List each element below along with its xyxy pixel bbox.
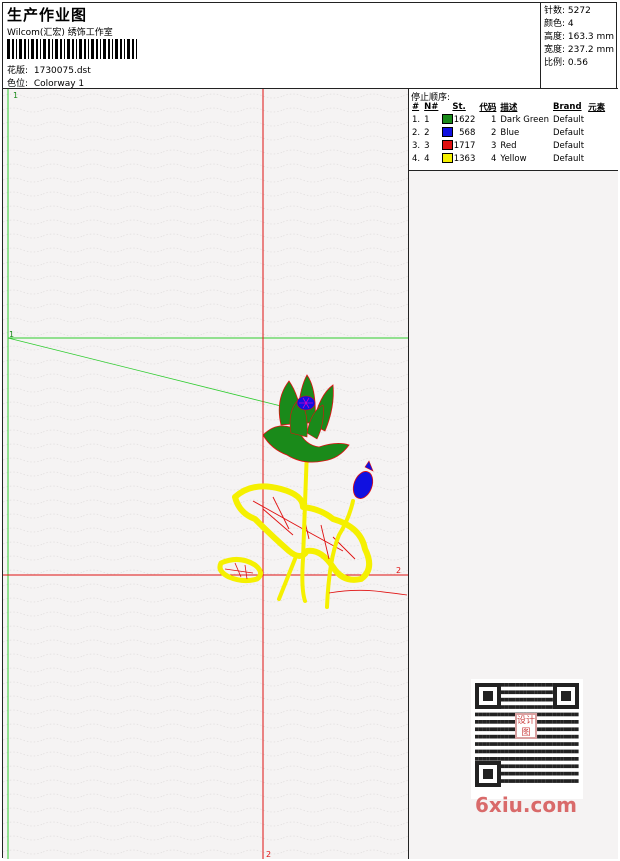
colorway-row: 色位: Colorway 1 <box>7 76 84 89</box>
qr-stamp: 设计图 <box>515 713 537 739</box>
stat-stitches: 针数: 5272 <box>544 6 591 16</box>
row-brand: Default <box>553 127 585 138</box>
row-num: 2. <box>412 127 421 138</box>
marker-left: 1 <box>9 330 14 339</box>
row-stitches: 1717 <box>440 139 477 152</box>
row-code: 4 <box>490 153 497 164</box>
color-swatch <box>442 114 454 125</box>
row-desc: Dark Green <box>500 114 550 125</box>
color-swatch <box>442 140 454 151</box>
marker-top-left: 1 <box>13 91 18 100</box>
col-element: 元素 <box>588 103 606 113</box>
design-row: 花版: 1730075.dst <box>7 63 91 76</box>
row-code: 3 <box>490 140 497 151</box>
thread-color-table: # N# St. 代码 描述 Brand 元素 1. 1 1622 1 Dark Gre… <box>410 101 607 165</box>
row-element <box>586 139 607 152</box>
stitch-count: 568 <box>459 127 476 138</box>
design-value: 1730075.dst <box>33 66 91 76</box>
design-stats: 针数: 5272 颜色: 4 高度: 163.3 mm 宽度: 237.2 mm… <box>541 3 618 89</box>
row-stitches: 568 <box>440 126 477 139</box>
row-n: 4 <box>424 153 430 164</box>
row-desc: Yellow <box>500 153 527 164</box>
stat-width: 宽度: 237.2 mm <box>544 45 615 55</box>
stitch-count: 1363 <box>453 153 476 164</box>
table-row: 1. 1 1622 1 Dark Green Default <box>410 113 607 126</box>
qr-code: 设计图 <box>471 679 583 799</box>
color-swatch <box>442 153 454 164</box>
sheet-header: 生产作业图 Wilcom(汇宏) 绣饰工作室 花版: 1730075.dst 色… <box>3 3 541 89</box>
col-stitches: St. <box>452 102 466 112</box>
stop-sequence-box: 停止顺序: # N# St. 代码 描述 Brand 元素 1. 1 1622 1 Da… <box>409 89 618 171</box>
row-stitches: 1622 <box>440 113 477 126</box>
stat-colors: 颜色: 4 <box>544 19 574 29</box>
embroidery-preview: 1 1 2 2 <box>3 89 408 859</box>
table-row: 2. 2 568 2 Blue Default <box>410 126 607 139</box>
fabric-texture <box>3 89 408 859</box>
row-num: 1. <box>412 114 421 125</box>
col-desc: 描述 <box>500 103 518 113</box>
colorway-label: 色位: <box>7 79 29 89</box>
row-brand: Default <box>553 153 585 164</box>
stitch-count: 1622 <box>453 114 476 125</box>
col-code: 代码 <box>479 103 497 113</box>
stat-height: 高度: 163.3 mm <box>544 32 615 42</box>
studio-name: Wilcom(汇宏) 绣饰工作室 <box>7 28 113 38</box>
stat-scale: 比例: 0.56 <box>544 58 588 68</box>
marker-right: 2 <box>396 566 401 575</box>
row-element <box>586 113 607 126</box>
design-canvas[interactable]: 1 1 2 2 <box>3 89 409 859</box>
row-stitches: 1363 <box>440 152 477 165</box>
stitch-count: 1717 <box>453 140 476 151</box>
row-num: 4. <box>412 153 421 164</box>
design-label: 花版: <box>7 66 29 76</box>
row-n: 1 <box>424 114 430 125</box>
col-hash: # <box>412 102 420 112</box>
row-element <box>586 152 607 165</box>
row-code: 1 <box>490 114 497 125</box>
marker-bottom: 2 <box>266 850 271 859</box>
row-code: 2 <box>490 127 497 138</box>
row-n: 2 <box>424 127 430 138</box>
table-row: 4. 4 1363 4 Yellow Default <box>410 152 607 165</box>
row-num: 3. <box>412 140 421 151</box>
row-n: 3 <box>424 140 430 151</box>
sheet-title: 生产作业图 <box>7 6 88 24</box>
color-swatch <box>442 127 454 138</box>
col-brand: Brand <box>553 102 582 112</box>
row-brand: Default <box>553 114 585 125</box>
col-n: N# <box>424 102 439 112</box>
production-sheet: 生产作业图 Wilcom(汇宏) 绣饰工作室 花版: 1730075.dst 色… <box>2 2 618 859</box>
row-desc: Blue <box>500 127 520 138</box>
site-watermark: 6xiu.com <box>475 793 577 817</box>
table-row: 3. 3 1717 3 Red Default <box>410 139 607 152</box>
row-desc: Red <box>500 140 517 151</box>
row-element <box>586 126 607 139</box>
colorway-value: Colorway 1 <box>33 79 85 89</box>
info-panel: 停止顺序: # N# St. 代码 描述 Brand 元素 1. 1 1622 1 Da… <box>409 89 618 859</box>
barcode <box>7 39 137 59</box>
row-brand: Default <box>553 140 585 151</box>
table-header-row: # N# St. 代码 描述 Brand 元素 <box>410 101 607 113</box>
